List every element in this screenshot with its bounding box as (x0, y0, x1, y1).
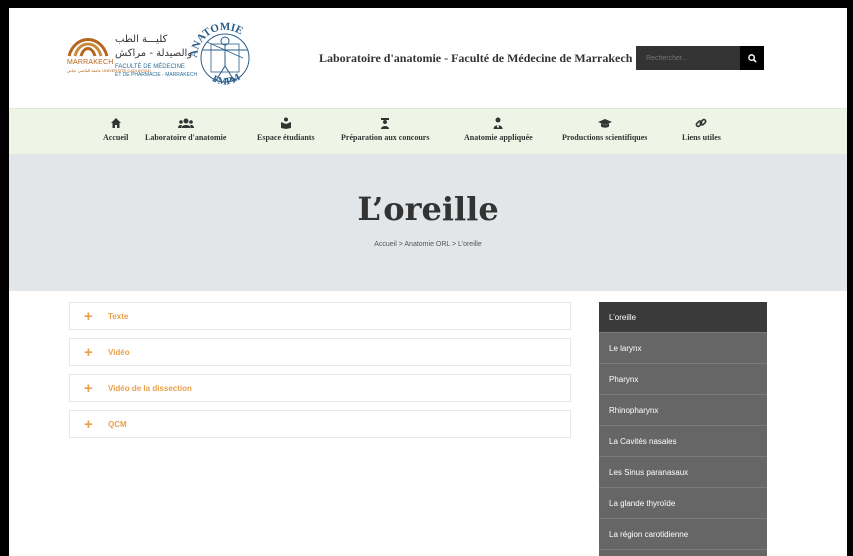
accordion-item-video-dissection[interactable]: + Vidéo de la dissection (69, 374, 571, 402)
home-icon (110, 118, 121, 128)
nav-item-laboratoire[interactable]: Laboratoire d'anatomie (145, 115, 226, 142)
link-icon (696, 118, 707, 128)
nav-item-productions-scientifiques[interactable]: Productions scientifiques (562, 115, 647, 142)
nav-item-preparation-concours[interactable]: Préparation aux concours (341, 115, 429, 142)
sidebar-item-rhinopharynx[interactable]: Rhinopharynx (599, 395, 767, 426)
plus-icon: + (84, 416, 93, 433)
doctor-icon (493, 117, 503, 129)
sidebar-menu: L’oreille Le larynx Pharynx Rhinopharynx… (599, 302, 767, 556)
plus-icon: + (84, 344, 93, 361)
main-nav: Accueil Laboratoire d'anatomie Espace ét… (9, 108, 847, 155)
faculty-arch-icon (67, 38, 109, 57)
nav-item-liens-utiles[interactable]: Liens utiles (682, 115, 721, 142)
nav-item-anatomie-appliquee[interactable]: Anatomie appliquée (464, 115, 533, 142)
faculty-city: MARRAKECH (67, 59, 114, 66)
faculty-arabic-line1: كليـــة الطب (115, 34, 168, 45)
sidebar-item-cavites-nasales[interactable]: La Cavités nasales (599, 426, 767, 457)
accordion-item-qcm[interactable]: + QCM (69, 410, 571, 438)
site-header: MARRAKECH جامعة القاضي عياض UNIVERSITÉ C… (9, 8, 847, 108)
accordion-label: Texte (108, 312, 129, 321)
site-title[interactable]: Laboratoire d'anatomie - Faculté de Méde… (319, 51, 632, 66)
accordion-item-video[interactable]: + Vidéo (69, 338, 571, 366)
sidebar-item-oreille[interactable]: L’oreille (599, 302, 767, 333)
faculty-arabic-line2: والصيدلة - مراكش (115, 48, 193, 59)
page-frame: MARRAKECH جامعة القاضي عياض UNIVERSITÉ C… (9, 8, 847, 556)
teacher-icon (381, 118, 390, 129)
nav-label: Accueil (103, 133, 129, 142)
sidebar-item-larynx[interactable]: Le larynx (599, 333, 767, 364)
nav-label: Laboratoire d'anatomie (145, 133, 227, 142)
search-button[interactable] (740, 46, 764, 70)
plus-icon: + (84, 380, 93, 397)
accordion-item-texte[interactable]: + Texte (69, 302, 571, 330)
sidebar-item-sinus-paranasaux[interactable]: Les Sinus paranasaux (599, 457, 767, 488)
plus-icon: + (84, 308, 93, 325)
search-icon (747, 53, 757, 63)
sidebar-item-pharynx[interactable]: Pharynx (599, 364, 767, 395)
faculty-french-line2: ET DE PHARMACIE - MARRAKECH (115, 72, 198, 78)
faculty-logo[interactable]: MARRAKECH جامعة القاضي عياض UNIVERSITÉ C… (67, 30, 197, 94)
content-accordion: + Texte + Vidéo + Vidéo de la dissection… (69, 302, 571, 446)
accordion-label: Vidéo de la dissection (108, 384, 192, 393)
page-title-bar: L’oreille Accueil > Anatomie ORL > L’ore… (9, 154, 847, 291)
accordion-label: Vidéo (108, 348, 130, 357)
search-input[interactable] (636, 46, 740, 70)
anatomy-logo-bottom-text: FMPM (210, 72, 243, 88)
nav-label: Productions scientifiques (562, 133, 648, 142)
graduation-cap-icon (597, 119, 612, 128)
nav-label: Préparation aux concours (341, 133, 430, 142)
anatomy-logo-top-text: ANATOMIE (189, 21, 245, 58)
nav-label: Liens utiles (682, 133, 721, 142)
users-icon (177, 118, 194, 128)
nav-label: Espace étudiants (257, 133, 315, 142)
anatomy-logo[interactable]: ANATOMIE FMPM (189, 8, 261, 102)
nav-item-espace-etudiants[interactable]: Espace étudiants (257, 115, 315, 142)
sidebar-item-region-carotidienne[interactable]: La région carotidienne (599, 519, 767, 550)
accordion-label: QCM (108, 420, 127, 429)
nav-label: Anatomie appliquée (464, 133, 533, 142)
reader-icon (280, 117, 291, 129)
nav-item-accueil[interactable]: Accueil (103, 115, 128, 142)
sidebar-item-glande-thyroide[interactable]: La glande thyroïde (599, 488, 767, 519)
page-title: L’oreille (357, 190, 499, 228)
breadcrumb[interactable]: Accueil > Anatomie ORL > L’oreille (9, 241, 847, 248)
faculty-french-line1: FACULTÉ DE MÉDECINE (115, 64, 185, 70)
